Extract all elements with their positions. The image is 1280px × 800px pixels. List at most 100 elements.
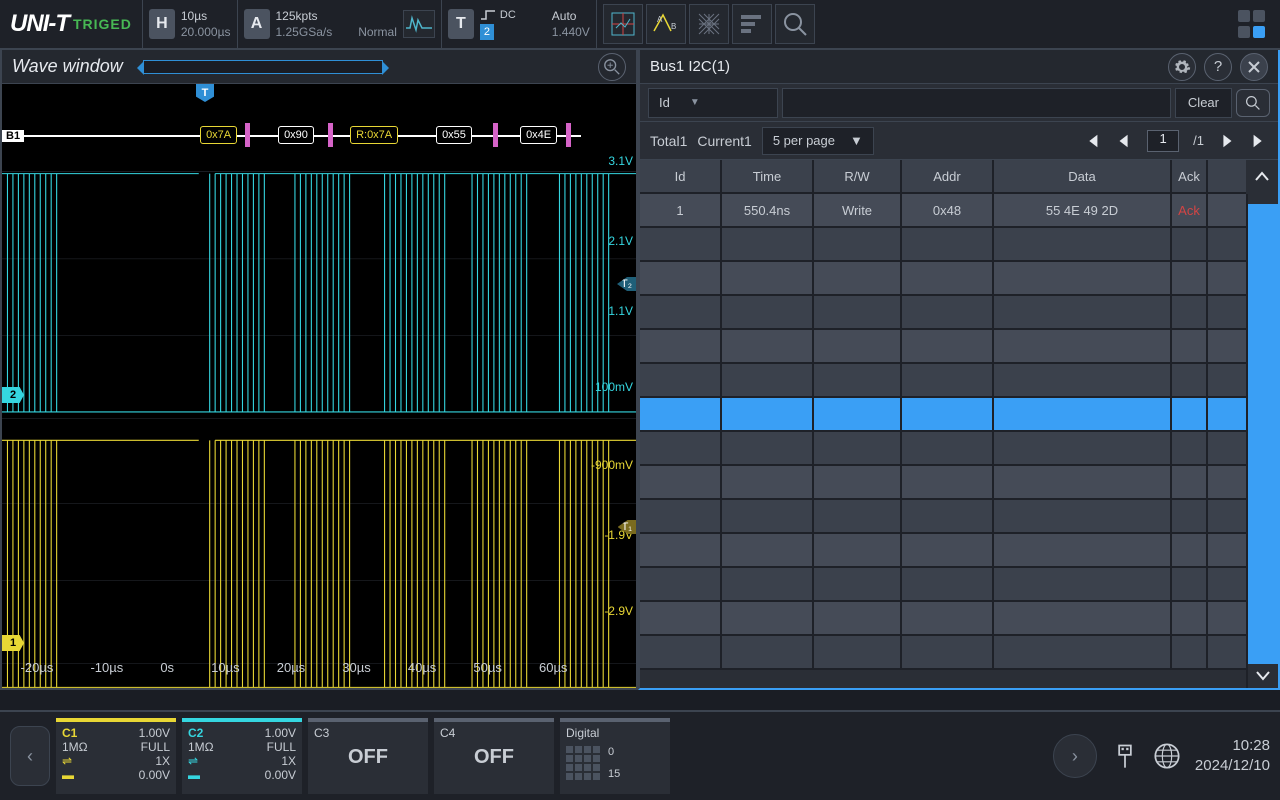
y-axis-label: 3.1V: [608, 154, 633, 168]
svg-text:B: B: [671, 22, 676, 31]
channel-c4-card[interactable]: C4 OFF: [434, 718, 554, 794]
table-row[interactable]: [640, 262, 1246, 296]
trigger-source: 2: [480, 24, 494, 40]
ab-compare-button[interactable]: AB: [646, 4, 686, 44]
current-label: Current1: [697, 133, 751, 149]
search-tool-button[interactable]: [775, 4, 815, 44]
filter-search-button[interactable]: [1236, 89, 1270, 117]
table-row[interactable]: [640, 432, 1246, 466]
page-input[interactable]: 1: [1147, 130, 1179, 152]
channel-c1-card[interactable]: C11.00V 1MΩFULL ⇌1X ▬0.00V: [56, 718, 176, 794]
scroll-up-button[interactable]: [1254, 170, 1270, 184]
table-row[interactable]: [640, 500, 1246, 534]
top-toolbar: UNI-T TRIGED H 10µs 20.000µs A 125kpts 1…: [0, 0, 1280, 50]
acq-mode: Normal: [358, 24, 397, 40]
settings-button[interactable]: [1168, 53, 1196, 81]
timebase-scale: 10µs: [181, 8, 231, 24]
table-row[interactable]: [640, 296, 1246, 330]
logo: UNI-T TRIGED: [0, 10, 142, 38]
clear-button[interactable]: Clear: [1175, 88, 1232, 118]
channel-c2-card[interactable]: C21.00V 1MΩFULL ⇌1X ▬0.00V: [182, 718, 302, 794]
close-button[interactable]: [1240, 53, 1268, 81]
trigger-level: 1.440V: [552, 24, 590, 40]
time-axis: -20µs-10µs0s10µs20µs30µs40µs50µs60µs: [2, 660, 586, 688]
trigger-badge: T: [448, 9, 474, 39]
filter-field-label: Id: [659, 95, 670, 110]
acquisition-group[interactable]: A 125kpts 1.25GSa/s Normal: [237, 0, 441, 49]
next-channel-page-button[interactable]: ›: [1053, 734, 1097, 778]
levels-button[interactable]: [732, 4, 772, 44]
wave-window: Wave window T B1 0x7A0x90R:0x7A0x550x4E: [0, 50, 638, 690]
cursor-tool-button[interactable]: [603, 4, 643, 44]
acq-badge: A: [244, 9, 270, 39]
layout-grid-button[interactable]: [1232, 4, 1272, 44]
channel-bar: ‹ C11.00V 1MΩFULL ⇌1X ▬0.00V C21.00V 1MΩ…: [0, 710, 1280, 800]
channel-c3-card[interactable]: C3 OFF: [308, 718, 428, 794]
table-row[interactable]: [640, 364, 1246, 398]
prev-page-button[interactable]: [1115, 132, 1133, 150]
grid-pattern-button[interactable]: [689, 4, 729, 44]
x-axis-tick: 10µs: [211, 660, 239, 688]
col-time: Time: [722, 160, 814, 192]
wave-horizontal-scrollbar[interactable]: [143, 60, 383, 74]
table-row[interactable]: 1550.4nsWrite0x4855 4E 49 2DAck: [640, 194, 1246, 228]
col-id: Id: [640, 160, 722, 192]
bus-pager-row: Total1 Current1 5 per page ▼ 1 /1: [640, 122, 1278, 160]
first-page-button[interactable]: [1083, 132, 1101, 150]
timebase-group[interactable]: H 10µs 20.000µs: [142, 0, 237, 49]
x-axis-tick: 20µs: [277, 660, 305, 688]
table-row[interactable]: [640, 398, 1246, 432]
x-axis-tick: 50µs: [473, 660, 501, 688]
x-axis-tick: -20µs: [21, 660, 54, 688]
per-page-select[interactable]: 5 per page ▼: [762, 127, 874, 155]
trigger-group[interactable]: T DC 2 Auto 1.440V: [441, 0, 596, 49]
gear-icon: [1173, 58, 1191, 76]
y-axis-label: 1.1V: [608, 304, 633, 318]
next-page-button[interactable]: [1218, 132, 1236, 150]
table-row[interactable]: [640, 466, 1246, 500]
col-rw: R/W: [814, 160, 902, 192]
x-axis-tick: 40µs: [408, 660, 436, 688]
filter-field-select[interactable]: Id ▼: [648, 88, 778, 118]
table-row[interactable]: [640, 602, 1246, 636]
trigger-coupling: DC: [500, 8, 516, 22]
prev-channel-page-button[interactable]: ‹: [10, 726, 50, 786]
wave-header: Wave window: [2, 50, 636, 84]
timebase-delay: 20.000µs: [181, 24, 231, 40]
page-total: /1: [1193, 133, 1204, 148]
filter-value-input[interactable]: [782, 88, 1171, 118]
edge-icon: [480, 9, 496, 21]
col-data: Data: [994, 160, 1172, 192]
zoom-icon[interactable]: [598, 53, 626, 81]
table-row[interactable]: [640, 330, 1246, 364]
col-addr: Addr: [902, 160, 994, 192]
table-scrollbar[interactable]: [1246, 194, 1278, 688]
table-row[interactable]: [640, 568, 1246, 602]
acq-mode-blank: [358, 8, 397, 24]
bus-table-body: 1550.4nsWrite0x4855 4E 49 2DAck: [640, 194, 1246, 688]
globe-icon: [1153, 742, 1181, 770]
scroll-down-button[interactable]: [1255, 668, 1271, 682]
x-axis-tick: 0s: [160, 660, 174, 688]
ch2-ground-marker[interactable]: 2: [2, 387, 24, 403]
y-axis-label: -2.9V: [604, 604, 633, 618]
y-axis-label: 100mV: [595, 380, 633, 394]
search-icon: [1245, 95, 1261, 111]
bus-table-header: Id Time R/W Addr Data Ack: [640, 160, 1246, 194]
y-axis-label: 2.1V: [608, 234, 633, 248]
timebase-badge: H: [149, 9, 175, 39]
waveform-svg: [2, 84, 636, 707]
waveform-area[interactable]: T B1 0x7A0x90R:0x7A0x550x4E: [2, 84, 636, 688]
ch1-ground-marker[interactable]: 1: [2, 635, 24, 651]
digital-card[interactable]: Digital 0 15: [560, 718, 670, 794]
help-button[interactable]: ?: [1204, 53, 1232, 81]
table-row[interactable]: [640, 228, 1246, 262]
wave-title: Wave window: [12, 56, 123, 77]
last-page-button[interactable]: [1250, 132, 1268, 150]
y-axis-label: -900mV: [591, 458, 633, 472]
trigger-status: TRIGED: [73, 16, 132, 32]
table-row[interactable]: [640, 636, 1246, 670]
table-row[interactable]: [640, 534, 1246, 568]
tool-icon-row: AB: [596, 0, 821, 49]
x-axis-tick: 30µs: [342, 660, 370, 688]
